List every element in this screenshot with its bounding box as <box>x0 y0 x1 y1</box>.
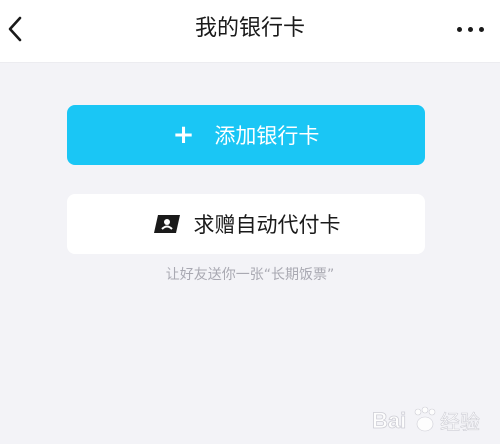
baidu-jingyan-watermark: Bai 经验 <box>372 402 492 438</box>
add-bank-card-button[interactable]: + 添加银行卡 <box>67 105 425 165</box>
add-bank-card-label: 添加银行卡 <box>214 124 320 148</box>
page-title: 我的银行卡 <box>194 16 305 41</box>
more-dot <box>456 26 462 32</box>
hint-text: 让好友送你一张“长期饭票” <box>165 267 335 283</box>
more-dot <box>478 26 484 32</box>
navigation-bar: 我的银行卡 <box>0 0 500 63</box>
more-dot <box>467 26 473 32</box>
svg-text:经验: 经验 <box>440 410 480 434</box>
svg-text:Bai: Bai <box>372 408 406 433</box>
gift-card-icon <box>152 213 182 235</box>
request-gift-card-label: 求赠自动代付卡 <box>193 213 341 237</box>
plus-icon: + <box>172 120 195 150</box>
more-button[interactable] <box>450 14 490 44</box>
request-gift-card-button[interactable]: 求赠自动代付卡 <box>67 194 425 254</box>
